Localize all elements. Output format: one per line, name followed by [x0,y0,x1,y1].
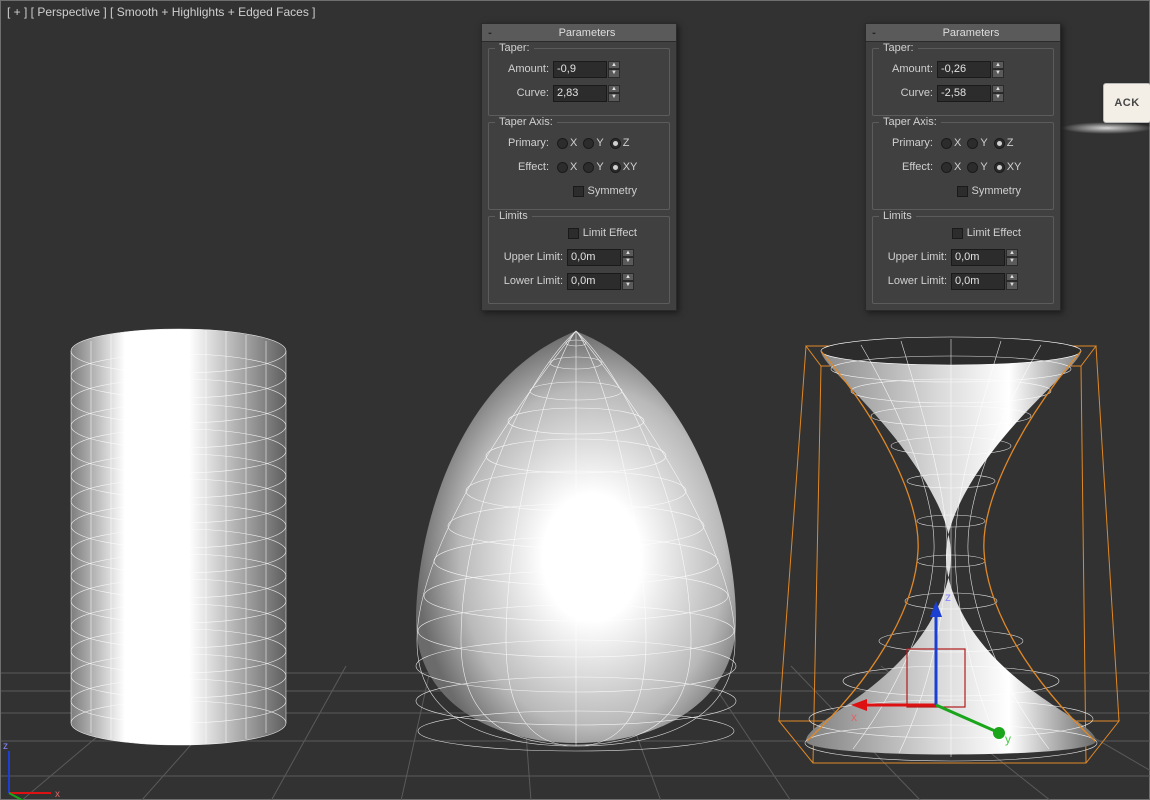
parameters-rollout-1[interactable]: - Parameters Taper: Amount: ▲▼ Curve: ▲▼ [481,23,677,311]
limit-effect-checkbox[interactable] [568,228,579,239]
primary-label: Primary: [495,137,553,149]
viewport-label[interactable]: [ + ] [ Perspective ] [ Smooth + Highlig… [7,5,316,19]
curve-input[interactable] [553,85,607,102]
lower-limit-input[interactable] [951,273,1005,290]
effect-xy-radio[interactable] [994,162,1005,173]
upper-limit-label: Upper Limit: [495,251,567,263]
effect-label: Effect: [495,161,553,173]
group-taper-axis: Taper Axis: [495,116,557,128]
lower-limit-label: Lower Limit: [879,275,951,287]
symmetry-label: Symmetry [972,185,1022,197]
effect-y-radio[interactable] [583,162,594,173]
spinner-up-icon[interactable]: ▲ [992,85,1004,94]
effect-y-radio[interactable] [967,162,978,173]
svg-text:x: x [55,789,60,800]
spinner-down-icon[interactable]: ▼ [1006,257,1018,266]
primary-z-radio[interactable] [994,138,1005,149]
primary-y-radio[interactable] [583,138,594,149]
upper-limit-input[interactable] [567,249,621,266]
viewcube-back[interactable]: ACK [1103,83,1150,123]
curve-label: Curve: [495,87,553,99]
effect-xy-radio[interactable] [610,162,621,173]
rollout-title: Parameters [498,27,676,39]
spinner-down-icon[interactable]: ▼ [1006,281,1018,290]
upper-limit-label: Upper Limit: [879,251,951,263]
viewcube-shadow [1061,122,1150,134]
rollout-minimize-icon[interactable]: - [866,27,882,39]
svg-text:x: x [851,710,857,724]
upper-limit-input[interactable] [951,249,1005,266]
lower-limit-input[interactable] [567,273,621,290]
spinner-up-icon[interactable]: ▲ [608,85,620,94]
limit-effect-label: Limit Effect [967,227,1021,239]
spinner-up-icon[interactable]: ▲ [622,249,634,258]
spinner-up-icon[interactable]: ▲ [1006,249,1018,258]
parameters-rollout-2[interactable]: - Parameters Taper: Amount: ▲▼ Curve: ▲▼ [865,23,1061,311]
effect-x-radio[interactable] [941,162,952,173]
group-limits: Limits [495,210,532,222]
rollout-title: Parameters [882,27,1060,39]
spinner-up-icon[interactable]: ▲ [622,273,634,282]
svg-text:z: z [3,741,8,752]
spinner-down-icon[interactable]: ▼ [608,93,620,102]
amount-input[interactable] [553,61,607,78]
spinner-down-icon[interactable]: ▼ [992,93,1004,102]
world-axis-icon: x z [3,741,60,800]
svg-text:y: y [1005,732,1011,746]
group-taper-axis: Taper Axis: [879,116,941,128]
curve-input[interactable] [937,85,991,102]
spinner-up-icon[interactable]: ▲ [992,61,1004,70]
object-egg [416,331,736,751]
spinner-down-icon[interactable]: ▼ [622,257,634,266]
object-hourglass [805,337,1097,761]
symmetry-checkbox[interactable] [957,186,968,197]
effect-x-radio[interactable] [557,162,568,173]
limit-effect-label: Limit Effect [583,227,637,239]
primary-z-radio[interactable] [610,138,621,149]
group-limits: Limits [879,210,916,222]
limit-effect-checkbox[interactable] [952,228,963,239]
viewport-perspective[interactable]: x y z x z [ + ] [ Perspective ] [ Smooth… [0,0,1150,800]
symmetry-checkbox[interactable] [573,186,584,197]
curve-label: Curve: [879,87,937,99]
spinner-down-icon[interactable]: ▼ [608,69,620,78]
primary-x-radio[interactable] [557,138,568,149]
effect-label: Effect: [879,161,937,173]
svg-text:z: z [945,590,951,604]
primary-x-radio[interactable] [941,138,952,149]
amount-label: Amount: [495,63,553,75]
spinner-down-icon[interactable]: ▼ [992,69,1004,78]
primary-y-radio[interactable] [967,138,978,149]
symmetry-label: Symmetry [588,185,638,197]
lower-limit-label: Lower Limit: [495,275,567,287]
rollout-minimize-icon[interactable]: - [482,27,498,39]
object-cylinder [71,329,286,745]
primary-label: Primary: [879,137,937,149]
amount-input[interactable] [937,61,991,78]
spinner-up-icon[interactable]: ▲ [608,61,620,70]
group-taper: Taper: [495,42,534,54]
spinner-up-icon[interactable]: ▲ [1006,273,1018,282]
group-taper: Taper: [879,42,918,54]
spinner-down-icon[interactable]: ▼ [622,281,634,290]
amount-label: Amount: [879,63,937,75]
